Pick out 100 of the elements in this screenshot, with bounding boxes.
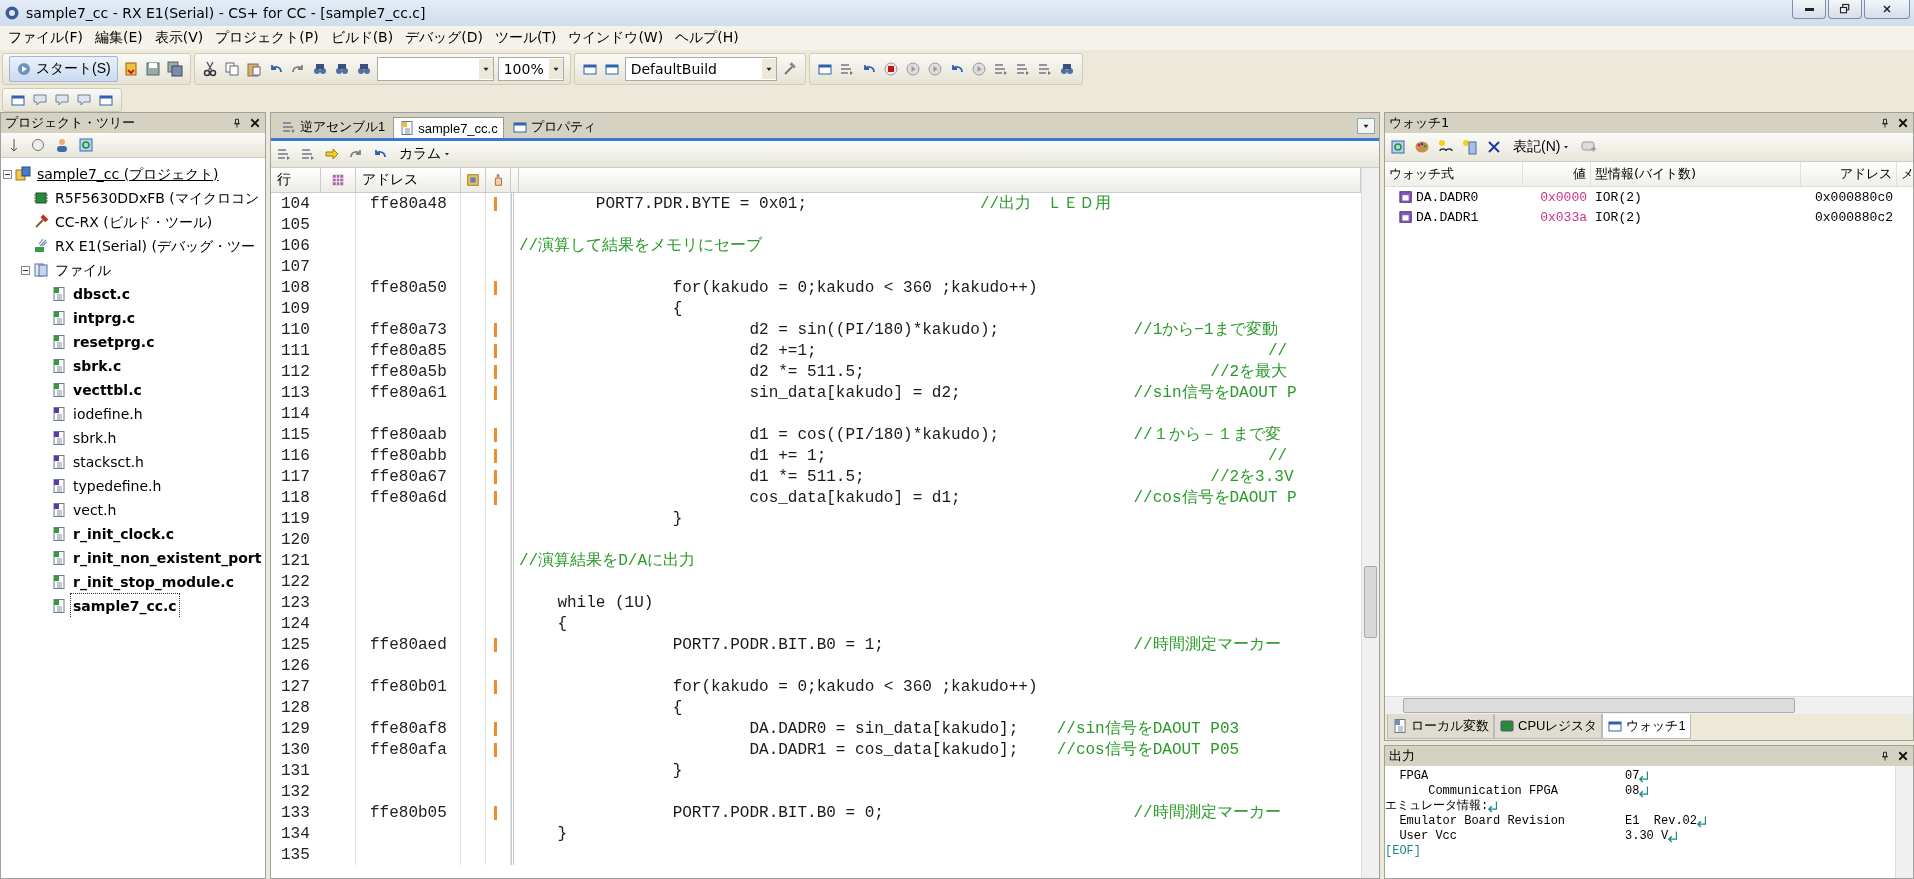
menu-item[interactable]: 表示(V) [148, 27, 210, 49]
line-number: 118 [280, 488, 311, 507]
line-number: 122 [280, 572, 311, 591]
code-text: d1 *= 511.5; [748, 468, 866, 486]
restore-button[interactable] [1828, 0, 1862, 19]
expander-icon[interactable] [3, 169, 12, 179]
tree-item[interactable]: r_init_non_existent_port [70, 545, 265, 571]
address-text: ffe80a6d [370, 488, 447, 507]
code-text: { [556, 614, 567, 633]
project-icon [15, 166, 31, 182]
tree-item[interactable]: RX E1(Serial) (デバッグ・ツー [52, 233, 258, 259]
tree-item[interactable]: r_init_stop_module.c [70, 569, 237, 595]
delete-icon [1486, 139, 1502, 155]
panel-tab[interactable]: ウォッチ1 [1602, 714, 1691, 739]
tree-item[interactable]: sbrk.c [70, 353, 125, 379]
refresh-button[interactable] [77, 136, 95, 154]
h-file-icon [51, 502, 67, 518]
tree-item[interactable]: R5F5630DDxFB (マイクロコン [52, 185, 262, 211]
menu-item[interactable]: ファイル(F) [2, 27, 89, 49]
output-value: E1 Rev.02 [1625, 814, 1697, 829]
go-button[interactable] [903, 60, 922, 78]
tab-list-button[interactable] [1357, 117, 1375, 134]
line-number: 134 [280, 824, 311, 843]
tree-item[interactable]: sample7_cc.c [70, 593, 180, 618]
document-icon [399, 120, 416, 136]
watch-expression: DA.DADR1 [1416, 209, 1479, 225]
save-button[interactable] [143, 60, 162, 78]
line-number: 113 [280, 383, 311, 402]
folder-icon [33, 262, 49, 278]
address-text: ffe80a61 [370, 383, 447, 402]
line-number: 109 [280, 299, 311, 318]
editor-tab[interactable]: プロパティ [505, 115, 602, 138]
code-text: for(kakudo = 0;kakudo < 360 ;kakudo++) [671, 278, 1038, 297]
menu-item[interactable]: ヘルプ(H) [669, 27, 745, 49]
pin-icon[interactable] [1879, 750, 1891, 762]
panel-tab[interactable]: CPUレジスタ [1494, 714, 1603, 739]
tree-item[interactable]: intprg.c [70, 305, 139, 331]
panel-tab[interactable]: ローカル変数 [1387, 714, 1494, 739]
menu-item[interactable]: ビルド(B) [324, 27, 400, 49]
minimize-button[interactable] [1792, 0, 1826, 19]
horizontal-scrollbar[interactable] [1385, 696, 1913, 714]
editor-tab[interactable]: 逆アセンブル1 [275, 115, 392, 138]
tree-item[interactable]: typedefine.h [70, 473, 165, 499]
menu-item[interactable]: プロジェクト(P) [209, 27, 325, 49]
panel-title: 出力 [1389, 747, 1416, 765]
menu-item[interactable]: ツール(T) [488, 27, 563, 49]
stop-icon [882, 61, 899, 77]
menu-item[interactable]: ウインドウ(W) [562, 27, 670, 49]
tree-item[interactable]: dbsct.c [70, 281, 133, 307]
app-icon [4, 5, 20, 21]
h-file-icon [51, 478, 67, 494]
close-icon[interactable] [1897, 117, 1909, 129]
output-heading: エミュレータ情報: [1385, 799, 1489, 814]
tree-item[interactable]: ファイル [52, 257, 114, 283]
close-icon[interactable] [1897, 750, 1909, 762]
pin-icon[interactable] [1879, 117, 1891, 129]
code-comment: //2を3.3V [1210, 468, 1294, 486]
h-file-icon [51, 406, 67, 422]
c-file-icon [51, 550, 67, 566]
vertical-scrollbar[interactable] [1895, 766, 1913, 878]
menu-item[interactable]: 編集(E) [89, 27, 149, 49]
close-button[interactable] [1864, 0, 1910, 19]
close-icon [1881, 3, 1893, 15]
notation-menu[interactable]: 表記(N) [1509, 138, 1575, 156]
register-icon [1399, 210, 1413, 224]
line-number: 105 [280, 215, 311, 234]
column-menu[interactable]: カラム [395, 145, 455, 163]
tree-item[interactable]: sbrk.h [70, 425, 120, 451]
close-icon[interactable] [249, 117, 261, 129]
tree-item[interactable]: CC-RX (ビルド・ツール) [52, 209, 216, 235]
code-text: while (1U) [556, 593, 654, 612]
stop-button[interactable] [881, 60, 900, 78]
paste-button[interactable] [244, 60, 263, 78]
vertical-scrollbar[interactable] [1361, 168, 1379, 878]
grid-icon[interactable] [331, 173, 345, 187]
pin-icon[interactable] [231, 117, 243, 129]
refresh-button[interactable] [1389, 138, 1407, 156]
tree-item[interactable]: vecttbl.c [70, 377, 145, 403]
code-comment: // [1267, 446, 1288, 465]
menu-item[interactable]: デバッグ(D) [399, 27, 489, 49]
tree-item[interactable]: resetprg.c [70, 329, 158, 355]
line-number: 135 [280, 845, 311, 864]
line-number: 133 [280, 803, 311, 822]
save-all-button[interactable] [165, 60, 184, 78]
tree-item[interactable]: vect.h [70, 497, 120, 523]
tree-item[interactable]: sample7_cc (プロジェクト) [34, 161, 222, 187]
start-button[interactable]: スタート(S) [9, 56, 118, 82]
tree-item[interactable]: r_init_clock.c [70, 521, 178, 547]
line-number: 125 [280, 635, 311, 654]
build-config-combo[interactable]: DefaultBuild [624, 57, 777, 81]
tree-item[interactable]: iodefine.h [70, 401, 146, 427]
panel-title: ウォッチ1 [1389, 114, 1451, 132]
code-comment: //sin信号をDAOUT P03 [1056, 720, 1240, 738]
code-comment: //cos信号をDAOUT P05 [1056, 741, 1240, 759]
tree-item[interactable]: stacksct.h [70, 449, 147, 475]
editor-tab[interactable]: sample7_cc.c [393, 117, 504, 138]
zoom-combo[interactable]: 100% [497, 57, 564, 81]
restore-icon [1839, 3, 1851, 15]
address-text: ffe80af8 [370, 719, 447, 738]
expander-icon[interactable] [21, 265, 30, 275]
